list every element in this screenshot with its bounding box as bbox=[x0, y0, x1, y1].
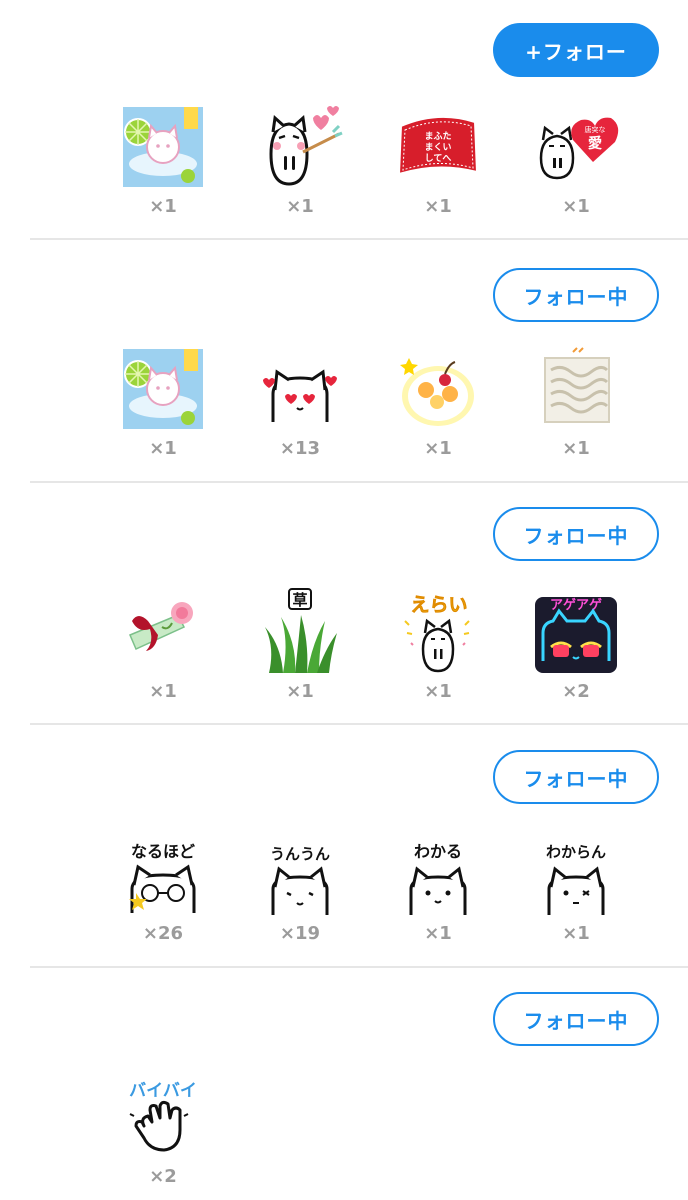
cat-cupid-sticker-icon[interactable] bbox=[255, 102, 345, 192]
svg-text:愛: 愛 bbox=[588, 135, 602, 152]
section-divider bbox=[30, 238, 688, 240]
sticker-count: ×19 bbox=[279, 923, 321, 944]
sticker-count: ×1 bbox=[424, 438, 452, 459]
sticker-section-1: +フォロー ×1 ×1 まふた まくい してへ ×1 唐突な 愛 ×1 bbox=[0, 0, 688, 240]
cat-heart-love-sticker-icon[interactable]: 唐突な 愛 bbox=[531, 102, 621, 192]
follow-button[interactable]: +フォロー bbox=[493, 23, 659, 77]
sticker-count: ×1 bbox=[562, 923, 590, 944]
svg-text:なるほど: なるほど bbox=[131, 842, 195, 861]
sticker-count: ×1 bbox=[286, 196, 314, 217]
following-button[interactable]: フォロー中 bbox=[493, 992, 659, 1046]
sticker-count: ×1 bbox=[149, 438, 177, 459]
svg-text:まくい: まくい bbox=[424, 142, 451, 153]
sticker-section-4: フォロー中 なるほど ×26 うんうん ×19 わかる ×1 わからん ×1 bbox=[0, 727, 688, 968]
svg-text:唐突な: 唐突な bbox=[585, 125, 606, 134]
cat-narunahodo-sticker-icon[interactable]: なるほど bbox=[118, 831, 208, 921]
red-message-card-sticker-icon[interactable]: まふた まくい してへ bbox=[393, 102, 483, 192]
sticker-count: ×1 bbox=[424, 196, 452, 217]
sticker-section-2: フォロー中 ×1 ×13 ×1 ×1 bbox=[0, 242, 688, 483]
cat-splash-sticker-icon[interactable] bbox=[118, 102, 208, 192]
sticker-count: ×1 bbox=[562, 438, 590, 459]
fruit-parfait-sticker-icon[interactable] bbox=[393, 344, 483, 434]
sticker-count: ×26 bbox=[142, 923, 184, 944]
section-divider bbox=[30, 966, 688, 968]
sticker-section-5: フォロー中 バイバイ ×2 bbox=[0, 970, 688, 1200]
sticker-count: ×13 bbox=[279, 438, 321, 459]
sticker-count: ×1 bbox=[424, 923, 452, 944]
svg-text:してへ: してへ bbox=[425, 153, 452, 164]
hand-wave-byebye-sticker-icon[interactable]: バイバイ bbox=[118, 1074, 208, 1164]
svg-text:バイバイ: バイバイ bbox=[129, 1081, 197, 1101]
svg-text:わかる: わかる bbox=[414, 842, 462, 861]
cat-wakaran-sticker-icon[interactable]: わからん bbox=[531, 831, 621, 921]
cat-heart-eyes-sticker-icon[interactable] bbox=[255, 344, 345, 434]
section-divider bbox=[30, 723, 688, 725]
svg-text:草: 草 bbox=[292, 591, 307, 609]
following-button[interactable]: フォロー中 bbox=[493, 268, 659, 322]
sticker-section-3: フォロー中 ×1 草 ×1 えらい ×1 アゲアゲ ×2 bbox=[0, 485, 688, 725]
grass-sticker-icon[interactable]: 草 bbox=[255, 587, 345, 677]
cat-splash-sticker-icon[interactable] bbox=[118, 344, 208, 434]
sticker-count: ×1 bbox=[562, 196, 590, 217]
following-button[interactable]: フォロー中 bbox=[493, 750, 659, 804]
neon-cat-agearge-sticker-icon[interactable]: アゲアゲ bbox=[531, 587, 621, 677]
svg-text:まふた: まふた bbox=[424, 131, 451, 142]
section-divider bbox=[30, 481, 688, 483]
svg-text:わからん: わからん bbox=[546, 843, 606, 861]
noodles-sticker-icon[interactable] bbox=[531, 344, 621, 434]
cat-unun-sticker-icon[interactable]: うんうん bbox=[255, 831, 345, 921]
sticker-count: ×1 bbox=[424, 681, 452, 702]
sticker-count: ×2 bbox=[562, 681, 590, 702]
svg-text:うんうん: うんうん bbox=[270, 845, 330, 863]
svg-text:えらい: えらい bbox=[410, 594, 467, 616]
sticker-count: ×1 bbox=[286, 681, 314, 702]
sticker-count: ×1 bbox=[149, 196, 177, 217]
cat-erai-sticker-icon[interactable]: えらい bbox=[393, 587, 483, 677]
following-button[interactable]: フォロー中 bbox=[493, 507, 659, 561]
sticker-count: ×2 bbox=[149, 1166, 177, 1187]
rose-bouquet-sticker-icon[interactable] bbox=[118, 587, 208, 677]
sticker-count: ×1 bbox=[149, 681, 177, 702]
cat-wakaru-sticker-icon[interactable]: わかる bbox=[393, 831, 483, 921]
